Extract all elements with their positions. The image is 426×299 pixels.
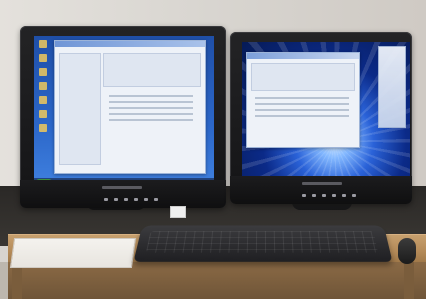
monitor-button[interactable] [322, 194, 326, 197]
right-monitor-screen [242, 42, 410, 184]
left-monitor [20, 26, 226, 208]
power-button[interactable] [154, 198, 158, 201]
brand-logo [102, 186, 142, 189]
sidebar-gadget-icon[interactable] [378, 46, 406, 128]
window-titlebar[interactable] [55, 41, 205, 47]
monitor-button[interactable] [114, 198, 118, 201]
desk-leg [404, 262, 414, 299]
brand-logo [302, 182, 342, 185]
monitor-button[interactable] [104, 198, 108, 201]
desktop-shortcut-icon[interactable] [39, 54, 47, 62]
power-button[interactable] [352, 194, 356, 197]
desktop-shortcut-icon[interactable] [39, 40, 47, 48]
desktop-icons [37, 40, 51, 160]
left-monitor-screen [34, 36, 214, 186]
window-side-pane [59, 53, 101, 165]
right-monitor-bezel [230, 176, 412, 204]
keyboard[interactable] [133, 225, 393, 262]
desktop-shortcut-icon[interactable] [39, 124, 47, 132]
window-titlebar[interactable] [247, 53, 359, 59]
desktop-shortcut-icon[interactable] [39, 96, 47, 104]
window-content-pane [251, 63, 355, 91]
app-window-right[interactable] [246, 52, 360, 148]
monitor-button[interactable] [302, 194, 306, 197]
paper-sheet [9, 238, 137, 268]
monitor-button[interactable] [134, 198, 138, 201]
monitor-button[interactable] [124, 198, 128, 201]
desktop-shortcut-icon[interactable] [39, 82, 47, 90]
left-monitor-bezel [20, 180, 226, 208]
monitor-button[interactable] [312, 194, 316, 197]
usb-device [170, 206, 186, 218]
monitor-button[interactable] [332, 194, 336, 197]
monitor-button[interactable] [342, 194, 346, 197]
mouse[interactable] [398, 238, 416, 264]
window-text-lines [103, 91, 199, 125]
desktop-shortcut-icon[interactable] [39, 110, 47, 118]
desktop-shortcut-icon[interactable] [39, 68, 47, 76]
window-content-pane [103, 53, 201, 87]
app-window-left[interactable] [54, 40, 206, 174]
photo-scene [0, 0, 426, 299]
window-text-lines [249, 93, 355, 121]
right-monitor [230, 32, 412, 204]
monitor-button[interactable] [144, 198, 148, 201]
